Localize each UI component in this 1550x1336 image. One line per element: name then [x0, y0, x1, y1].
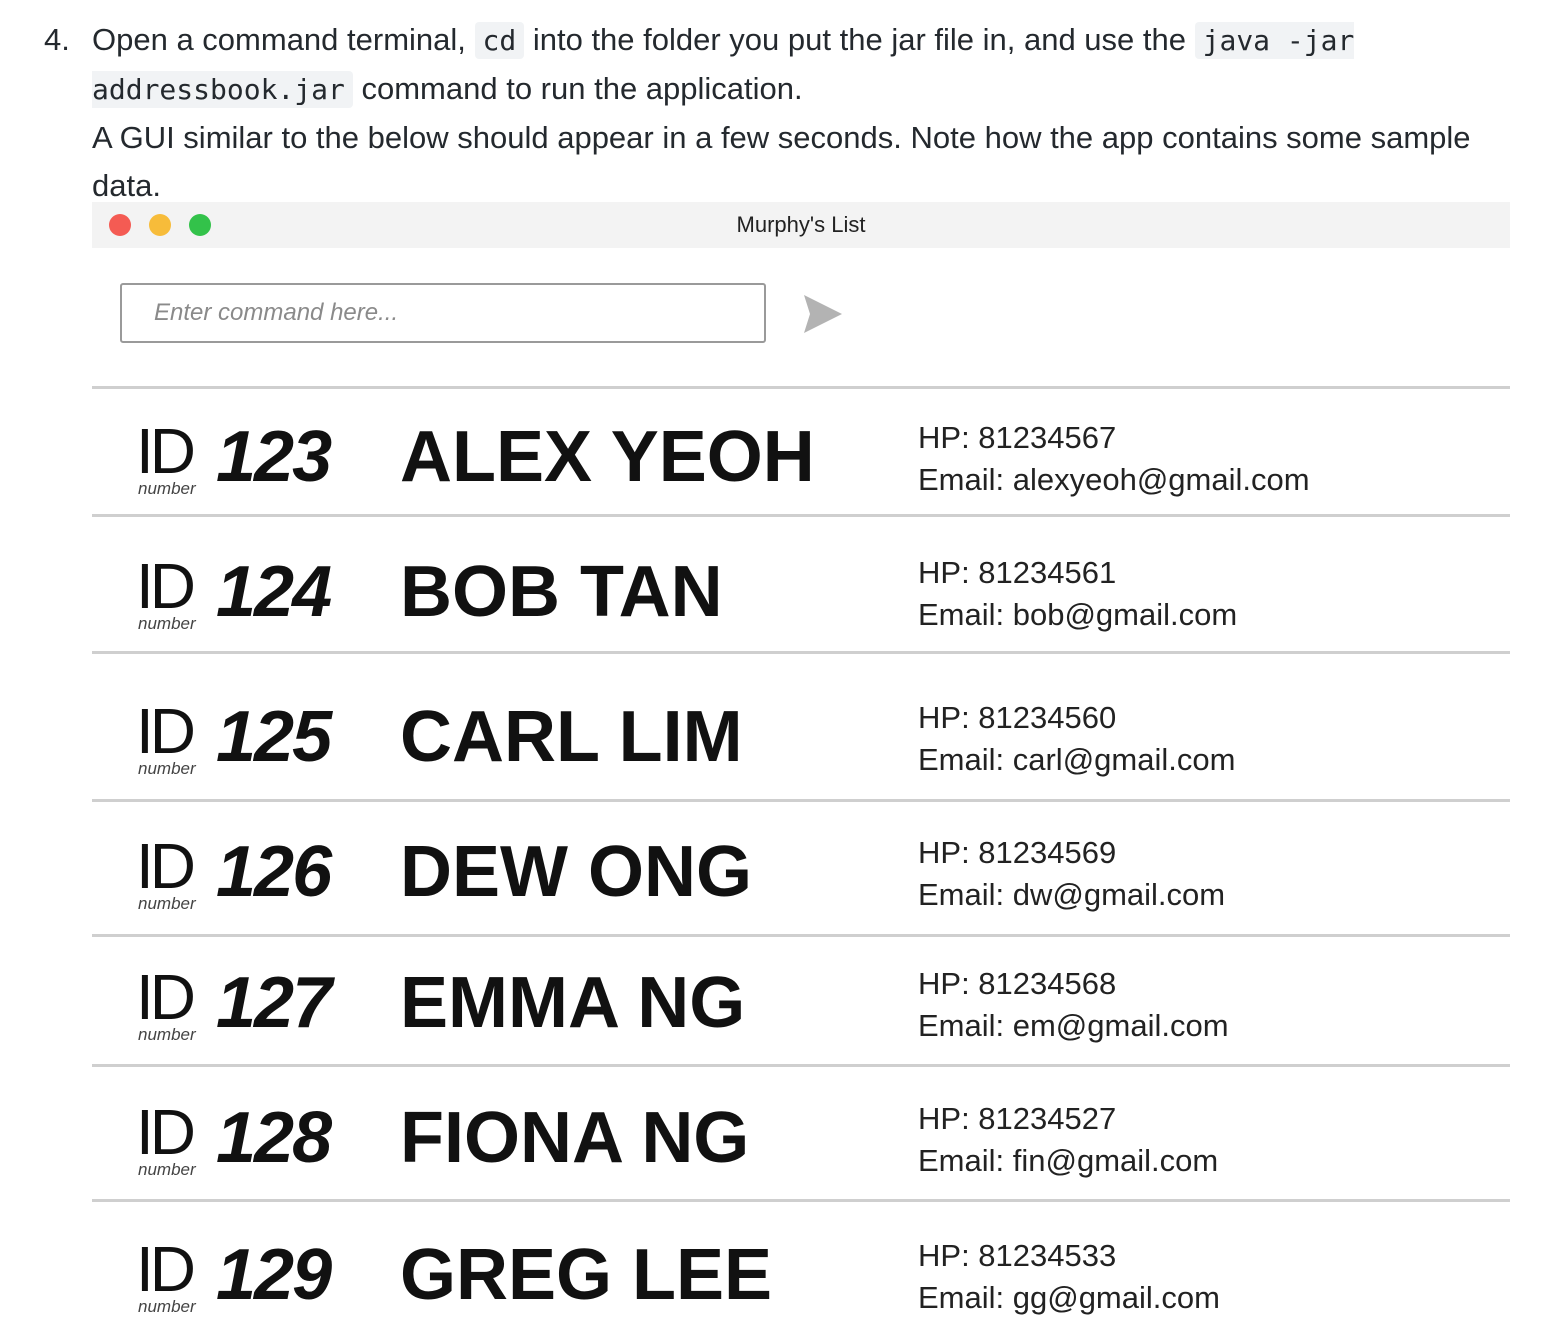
contact-name: BOB TAN — [400, 552, 723, 632]
id-sub-label: number — [138, 479, 196, 498]
contact-phone: HP: 81234567 — [918, 420, 1117, 455]
instruction-text-part: into the folder you put the jar file in,… — [524, 22, 1195, 57]
contact-name: EMMA NG — [400, 963, 746, 1043]
contact-email: Email: bob@gmail.com — [918, 597, 1238, 632]
list-divider — [92, 651, 1510, 654]
contact-details: HP: 81234568 Email: em@gmail.com — [918, 963, 1229, 1047]
list-divider — [92, 386, 1510, 389]
contact-name: FIONA NG — [400, 1098, 750, 1178]
id-label: ID number — [136, 1100, 206, 1180]
contact-phone: HP: 81234527 — [918, 1101, 1117, 1136]
contact-details: HP: 81234569 Email: dw@gmail.com — [918, 832, 1225, 916]
contact-id: 123 — [216, 417, 332, 497]
contact-details: HP: 81234561 Email: bob@gmail.com — [918, 552, 1237, 636]
id-word: ID — [136, 550, 196, 622]
send-arrow-icon[interactable] — [800, 291, 846, 337]
inline-code-cd: cd — [474, 22, 525, 59]
contact-email: Email: gg@gmail.com — [918, 1280, 1220, 1315]
list-divider — [92, 1064, 1510, 1067]
window-title: Murphy's List — [736, 212, 866, 237]
list-divider — [92, 514, 1510, 517]
contact-email: Email: alexyeoh@gmail.com — [918, 462, 1310, 497]
contact-name: DEW ONG — [400, 832, 752, 912]
list-divider — [92, 1199, 1510, 1202]
contact-name: ALEX YEOH — [400, 417, 815, 497]
id-label: ID number — [136, 419, 206, 499]
instruction-text-part: command to run the application. — [352, 71, 803, 106]
contact-name: GREG LEE — [400, 1235, 773, 1315]
contact-phone: HP: 81234560 — [918, 700, 1117, 735]
id-sub-label: number — [138, 1297, 196, 1316]
command-input[interactable] — [120, 283, 766, 343]
contact-id: 128 — [216, 1098, 332, 1178]
contact-email: Email: fin@gmail.com — [918, 1143, 1219, 1178]
id-sub-label: number — [138, 894, 196, 913]
contact-name: CARL LIM — [400, 697, 743, 777]
contact-card[interactable]: ID number 127 EMMA NG HP: 81234568 Email: em@… — [92, 965, 1510, 1065]
contact-id: 126 — [216, 832, 332, 912]
list-divider — [92, 934, 1510, 937]
id-label: ID number — [136, 834, 206, 914]
contact-phone: HP: 81234561 — [918, 555, 1117, 590]
contact-details: HP: 81234560 Email: carl@gmail.com — [918, 697, 1235, 781]
contact-email: Email: em@gmail.com — [918, 1008, 1229, 1043]
contact-card[interactable]: ID number 123 ALEX YEOH HP: 81234567 Email: a… — [92, 419, 1510, 519]
contact-card[interactable]: ID number 124 BOB TAN HP: 81234561 Email: bob… — [92, 554, 1510, 654]
contact-details: HP: 81234527 Email: fin@gmail.com — [918, 1098, 1218, 1182]
contact-id: 125 — [216, 697, 332, 777]
contact-phone: HP: 81234569 — [918, 835, 1117, 870]
id-label: ID number — [136, 699, 206, 779]
id-word: ID — [136, 695, 196, 767]
id-sub-label: number — [138, 614, 196, 633]
id-word: ID — [136, 830, 196, 902]
send-arrow-shape — [804, 295, 842, 333]
id-word: ID — [136, 415, 196, 487]
id-word: ID — [136, 1096, 196, 1168]
instruction-text: Open a command terminal, cd into the fol… — [92, 16, 1492, 210]
contact-email: Email: carl@gmail.com — [918, 742, 1236, 777]
contact-email: Email: dw@gmail.com — [918, 877, 1226, 912]
list-divider — [92, 799, 1510, 802]
contact-card[interactable]: ID number 126 DEW ONG HP: 81234569 Email: dw@… — [92, 834, 1510, 934]
id-word: ID — [136, 961, 196, 1033]
id-word: ID — [136, 1233, 196, 1305]
contact-phone: HP: 81234533 — [918, 1238, 1117, 1273]
app-window: Murphy's List IDnumber123ALEX YEOHHP: 81… — [92, 202, 1510, 1336]
instruction-note: A GUI similar to the below should appear… — [92, 120, 1471, 203]
contact-card[interactable]: ID number 125 CARL LIM HP: 81234560 Email: ca… — [92, 699, 1510, 799]
contact-details: HP: 81234533 Email: gg@gmail.com — [918, 1235, 1220, 1319]
id-sub-label: number — [138, 759, 196, 778]
contact-phone: HP: 81234568 — [918, 966, 1117, 1001]
step-number: 4. — [44, 22, 70, 57]
contact-card[interactable]: ID number 129 GREG LEE HP: 81234533 Email: gg… — [92, 1237, 1510, 1336]
id-sub-label: number — [138, 1025, 196, 1044]
id-label: ID number — [136, 554, 206, 634]
id-sub-label: number — [138, 1160, 196, 1179]
contact-id: 129 — [216, 1235, 332, 1315]
id-label: ID number — [136, 965, 206, 1045]
contact-details: HP: 81234567 Email: alexyeoh@gmail.com — [918, 417, 1310, 501]
id-label: ID number — [136, 1237, 206, 1317]
contact-id: 127 — [216, 963, 332, 1043]
instruction-text-part: Open a command terminal, — [92, 22, 475, 57]
contact-card[interactable]: ID number 128 FIONA NG HP: 81234527 Email: fi… — [92, 1100, 1510, 1200]
title-bar: Murphy's List — [92, 202, 1510, 248]
contact-id: 124 — [216, 552, 332, 632]
